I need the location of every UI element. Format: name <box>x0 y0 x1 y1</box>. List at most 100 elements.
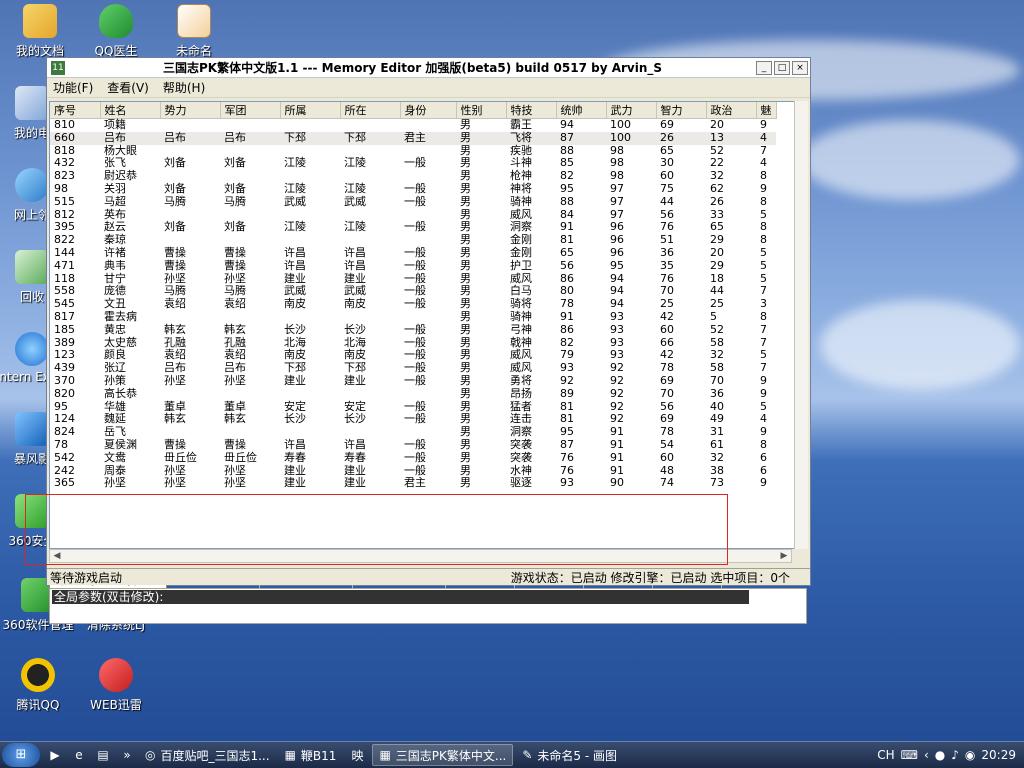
table-row[interactable]: 660 吕布 吕布 吕布 下邳 下邳 君主男飞将 87 100 26 13 4 <box>50 131 776 145</box>
column-header[interactable]: 姓名 <box>100 102 161 119</box>
table-cell <box>160 426 220 439</box>
table-cell: 471 <box>54 258 75 272</box>
menu-help[interactable]: 帮助(H) <box>157 79 213 96</box>
column-header[interactable]: 势力 <box>160 102 221 119</box>
column-header[interactable]: 武力 <box>606 102 657 119</box>
vertical-scrollbar[interactable] <box>794 101 808 549</box>
table-cell: 76 <box>560 450 574 464</box>
column-header[interactable]: 身份 <box>400 102 457 119</box>
shield-icon <box>99 4 133 38</box>
title-bar[interactable]: 11 三国志PK繁体中文版1.1 --- Memory Editor 加强版(b… <box>47 58 810 78</box>
table-cell: 26 <box>710 194 724 208</box>
column-header[interactable]: 政治 <box>706 102 757 119</box>
table-cell: 一般 <box>404 245 426 259</box>
close-button[interactable]: × <box>792 60 808 75</box>
desktop-icon-qq[interactable]: 腾讯QQ <box>0 658 78 713</box>
table-cell: 袁绍 <box>224 297 246 311</box>
start-button[interactable]: ⊞ <box>2 743 40 767</box>
column-header[interactable]: 智力 <box>656 102 707 119</box>
network-tray-icon[interactable]: ◉ <box>965 748 975 762</box>
table-cell: 男 <box>460 476 471 490</box>
table-cell: 60 <box>660 322 674 336</box>
table-cell: 长沙 <box>284 412 306 426</box>
tray-expand-icon[interactable]: ‹ <box>924 748 929 762</box>
table-cell: 97 <box>610 194 624 208</box>
quick-launch: ▶ e ▤ » <box>46 746 136 764</box>
table-cell: 87 <box>556 131 606 145</box>
taskbar-item-baidu[interactable]: ◎ 百度贴吧_三国志1... <box>139 744 276 766</box>
horizontal-scrollbar[interactable]: ◀ ▶ <box>49 549 792 563</box>
taskbar-item-memory-editor[interactable]: ▦ 三国志PK繁体中文... <box>372 744 514 766</box>
minimize-button[interactable]: _ <box>756 60 772 75</box>
table-cell: 9 <box>760 386 767 400</box>
table-row[interactable]: 515 马超 马腾 马腾 武威 武威 一般 男 骑神 88 97 44 26 8 <box>50 194 776 209</box>
media-icon[interactable]: ▶ <box>46 746 64 764</box>
menu-view[interactable]: 查看(V) <box>101 79 157 96</box>
desktop-icon-qq-doctor[interactable]: QQ医生 <box>76 4 156 59</box>
table-row[interactable]: 370 孙策 孙坚 孙坚 建业 建业 一般 男 勇将 92 92 69 70 9 <box>50 373 776 388</box>
column-header[interactable]: 所属 <box>280 102 341 119</box>
table-cell: 武威 <box>284 194 306 208</box>
table-row[interactable]: 542 文鸯 毌丘俭 毌丘俭 寿春 寿春 一般 男 突袭 76 91 60 32 6 <box>50 450 776 465</box>
ie-icon[interactable]: e <box>70 746 88 764</box>
table-cell: 刘备 <box>224 220 246 234</box>
column-header[interactable]: 特技 <box>506 102 557 119</box>
table-row[interactable]: 144 许褚 曹操 曹操 许昌 许昌 一般 男 金刚 65 96 36 20 5 <box>50 245 776 260</box>
table-row[interactable]: 810 项籍 男 霸王 94 100 69 20 9 <box>50 118 776 132</box>
table-cell <box>280 426 340 439</box>
table-cell: 刘备 <box>164 156 186 170</box>
table-row[interactable]: 365 孙坚 孙坚 孙坚 建业 建业 君主 男 驱逐 93 90 74 73 9 <box>50 477 776 490</box>
taskbar-item-ying[interactable]: 映 <box>345 744 369 766</box>
language-indicator[interactable]: CH <box>877 748 894 762</box>
table-row[interactable]: 98 关羽 刘备 刘备 江陵 江陵 一般 男 神将 95 97 75 62 9 <box>50 181 776 196</box>
table-cell: 370 <box>54 373 75 387</box>
table-cell: 吕布 <box>220 131 280 145</box>
scroll-right-arrow-icon[interactable]: ▶ <box>777 550 791 562</box>
table-cell: 144 <box>54 245 75 259</box>
table-cell: 关羽 <box>104 181 126 195</box>
table-cell <box>220 426 280 439</box>
table-cell: 89 <box>560 386 574 400</box>
table-row[interactable]: 824 岳飞 男 洞察 95 91 78 31 9 <box>50 425 776 439</box>
table-cell: 9 <box>760 476 767 490</box>
table-row[interactable]: 185 黄忠 韩玄 韩玄 长沙 长沙 一般 男 弓神 86 93 60 52 7 <box>50 322 776 337</box>
table-cell: 刘备 <box>164 181 186 195</box>
table-cell: 许昌 <box>284 437 306 451</box>
taskbar-item-label: 未命名5 - 画图 <box>537 748 618 763</box>
taskbar-item-paint[interactable]: ✎ 未命名5 - 画图 <box>516 744 623 766</box>
table-cell: 91 <box>560 309 574 323</box>
chevron-right-icon[interactable]: » <box>118 746 136 764</box>
taskbar-item-b11[interactable]: ▦ 鞭B11 <box>279 744 343 766</box>
column-header[interactable]: 序号 <box>50 102 101 119</box>
show-desktop-icon[interactable]: ▤ <box>94 746 112 764</box>
column-header[interactable]: 魅 <box>756 102 777 119</box>
table-row[interactable]: 471 典韦 曹操 曹操 许昌 许昌 一般 男 护卫 56 95 35 29 5 <box>50 258 776 273</box>
global-params-row[interactable]: 全局参数(双击修改): <box>52 590 749 604</box>
maximize-button[interactable]: □ <box>774 60 790 75</box>
table-row[interactable]: 78 夏侯渊 曹操 曹操 许昌 许昌 一般 男 突袭 87 91 54 61 8 <box>50 437 776 452</box>
memory-editor-window: 11 三国志PK繁体中文版1.1 --- Memory Editor 加强版(b… <box>46 57 811 624</box>
table-row[interactable]: 817 霍去病 男 骑神 91 93 42 5 8 <box>50 309 776 324</box>
table-cell: 92 <box>560 373 574 387</box>
table-cell <box>340 426 400 439</box>
folder-icon <box>23 4 57 38</box>
column-header[interactable]: 所在 <box>340 102 401 119</box>
desktop-icon-my-documents[interactable]: 我的文档 <box>0 4 80 59</box>
volume-icon[interactable]: ♪ <box>951 748 959 762</box>
qq-tray-icon[interactable]: ● <box>935 748 945 762</box>
table-cell: 韩玄 <box>164 322 186 336</box>
menu-function[interactable]: 功能(F) <box>47 79 101 96</box>
scroll-left-arrow-icon[interactable]: ◀ <box>50 550 64 562</box>
column-header[interactable]: 统帅 <box>556 102 607 119</box>
desktop-icon-untitled[interactable]: 未命名 <box>154 4 234 59</box>
desktop-icon-web-thunder[interactable]: WEB迅雷 <box>76 658 156 713</box>
table-row[interactable]: 820 高长恭 男 昂扬 89 92 70 36 9 <box>50 386 776 401</box>
table-cell: 曹操 <box>224 437 246 451</box>
column-header[interactable]: 性别 <box>456 102 507 119</box>
taskbar-item-label: 映 <box>351 748 364 763</box>
table-cell <box>400 426 456 439</box>
keyboard-icon[interactable]: ⌨ <box>901 748 918 762</box>
table-cell: 男 <box>460 194 471 208</box>
table-cell: 男 <box>460 181 471 195</box>
column-header[interactable]: 军团 <box>220 102 281 119</box>
